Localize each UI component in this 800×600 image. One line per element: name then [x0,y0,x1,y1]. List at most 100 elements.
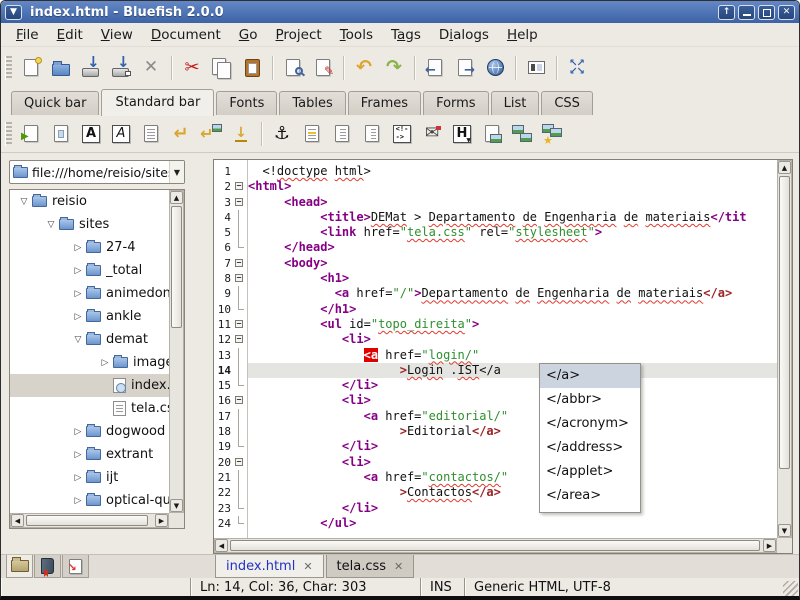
fold-collapse-icon[interactable]: − [235,274,243,282]
code-line[interactable]: >Editorial</a> [248,424,777,439]
code-line[interactable]: </li> [248,439,777,454]
tree-item-index.html[interactable]: index.html [10,374,169,397]
redo-button[interactable]: ↷ [379,53,409,83]
expander-open-icon[interactable]: ▽ [16,197,32,207]
menu-tools[interactable]: Tools [331,24,382,46]
tree-vertical-scrollbar[interactable]: ▲ ▼ [169,190,184,513]
file-browser-tab[interactable] [6,555,33,578]
maximize-button[interactable] [758,5,775,20]
find-replace-button[interactable]: ✎ [308,53,338,83]
fullscreen-button[interactable]: ↖↗↙↘ [562,53,592,83]
toolbar-grip[interactable] [5,56,12,80]
autocomplete-item[interactable]: </abbr> [540,388,640,412]
code-line[interactable]: <li> [248,455,777,470]
menu-file[interactable]: File [7,24,48,46]
code-line[interactable]: <a href="/">Departamento de Engenharia d… [248,286,777,301]
open-file-button[interactable] [46,53,76,83]
document-tab-index.html[interactable]: index.html✕ [215,555,324,578]
center-button[interactable] [297,119,327,149]
tree-item-sites[interactable]: ▽sites [10,213,169,236]
code-line[interactable]: <!doctype html> [248,164,777,179]
thumbnail-button[interactable] [507,119,537,149]
view-in-browser-button[interactable] [480,53,510,83]
expander-closed-icon[interactable]: ▷ [70,243,86,253]
code-line[interactable]: <title>DEMat > Departamento de Engenhari… [248,210,777,225]
scroll-left-icon[interactable]: ◀ [215,539,228,552]
close-document-button[interactable]: ✕ [136,53,166,83]
code-line[interactable]: <head> [248,195,777,210]
heading-button[interactable]: H▼ [447,119,477,149]
menu-document[interactable]: Document [142,24,230,46]
expander-closed-icon[interactable]: ▷ [70,312,86,322]
undo-button[interactable]: ↶ [349,53,379,83]
scroll-down-icon[interactable]: ▼ [778,524,791,537]
fold-collapse-icon[interactable]: − [235,198,243,206]
menu-dialogs[interactable]: Dialogs [430,24,498,46]
tab-standard-bar[interactable]: Standard bar [101,89,214,116]
fold-margin[interactable]: − [233,179,246,194]
fold-collapse-icon[interactable]: − [235,259,243,267]
paste-button[interactable] [237,53,267,83]
tab-tables[interactable]: Tables [279,91,345,116]
tree-item-27-4[interactable]: ▷27-4 [10,236,169,259]
resize-grip[interactable] [783,581,798,596]
code-line[interactable]: <ul id="topo_direita"> [248,317,777,332]
code-line[interactable]: </li> [248,501,777,516]
scrollbar-thumb[interactable] [26,515,148,526]
code-line[interactable]: <li> [248,332,777,347]
autocomplete-item[interactable]: </address> [540,436,640,460]
fold-margin[interactable]: − [233,455,246,470]
code-line[interactable]: <html> [248,179,777,194]
code-line[interactable]: >Login .IST</a [248,363,777,378]
shade-button[interactable]: ↑ [718,5,735,20]
body-button[interactable] [46,119,76,149]
quickstart-button[interactable]: ▶ [16,119,46,149]
tree-item-ijt[interactable]: ▷ijt [10,466,169,489]
code-line[interactable]: <a href="contactos/" [248,470,777,485]
non-breaking-space-button[interactable]: ↓ [226,119,256,149]
comment-button[interactable]: <!--> [387,119,417,149]
new-document-button[interactable] [16,53,46,83]
menu-go[interactable]: Go [230,24,267,46]
code-line[interactable]: <a href="login/" [248,348,777,363]
code-line[interactable]: <body> [248,256,777,271]
fold-collapse-icon[interactable]: − [235,335,243,343]
editor-horizontal-scrollbar[interactable]: ◀ ▶ [214,538,777,553]
italic-button[interactable]: A [106,119,136,149]
scroll-right-icon[interactable]: ▶ [763,539,776,552]
minimize-button[interactable] [738,5,755,20]
scroll-down-icon[interactable]: ▼ [170,499,183,512]
window-menu-button[interactable]: ▼ [5,5,22,20]
tree-horizontal-scrollbar[interactable]: ◀ ▶ [10,513,169,528]
copy-button[interactable] [207,53,237,83]
tab-css[interactable]: CSS [541,91,593,116]
fold-margin[interactable]: − [233,393,246,408]
expander-closed-icon[interactable]: ▷ [70,289,86,299]
menu-tags[interactable]: Tags [382,24,430,46]
scroll-up-icon[interactable]: ▲ [778,161,791,174]
menu-help[interactable]: Help [498,24,547,46]
right-justify-button[interactable] [357,119,387,149]
tab-frames[interactable]: Frames [348,91,421,116]
tree-item-dogwood[interactable]: ▷dogwood [10,420,169,443]
tab-forms[interactable]: Forms [423,91,489,116]
close-button[interactable]: ✕ [778,5,795,20]
code-line[interactable]: </li> [248,378,777,393]
tree-item-ankle[interactable]: ▷ankle [10,305,169,328]
previous-document-button[interactable]: ← [420,53,450,83]
fold-margin[interactable]: − [233,317,246,332]
anchor-button[interactable]: ⚓ [267,119,297,149]
code-line[interactable]: </ul> [248,516,777,531]
autocomplete-item[interactable]: </a> [540,364,640,388]
tree-item-tela.css[interactable]: tela.css [10,397,169,420]
snippets-tab[interactable]: ↘ [62,555,89,578]
scroll-right-icon[interactable]: ▶ [155,514,168,527]
save-as-button[interactable]: ↓ [106,53,136,83]
tree-item-extrant[interactable]: ▷extrant [10,443,169,466]
combo-dropdown-button[interactable]: ▼ [169,161,184,183]
menu-project[interactable]: Project [267,24,331,46]
document-tab-tela.css[interactable]: tela.css✕ [326,555,415,578]
scrollbar-thumb[interactable] [779,176,790,469]
code-line[interactable]: <link href="tela.css" rel="stylesheet"> [248,225,777,240]
code-line[interactable]: </h1> [248,302,777,317]
